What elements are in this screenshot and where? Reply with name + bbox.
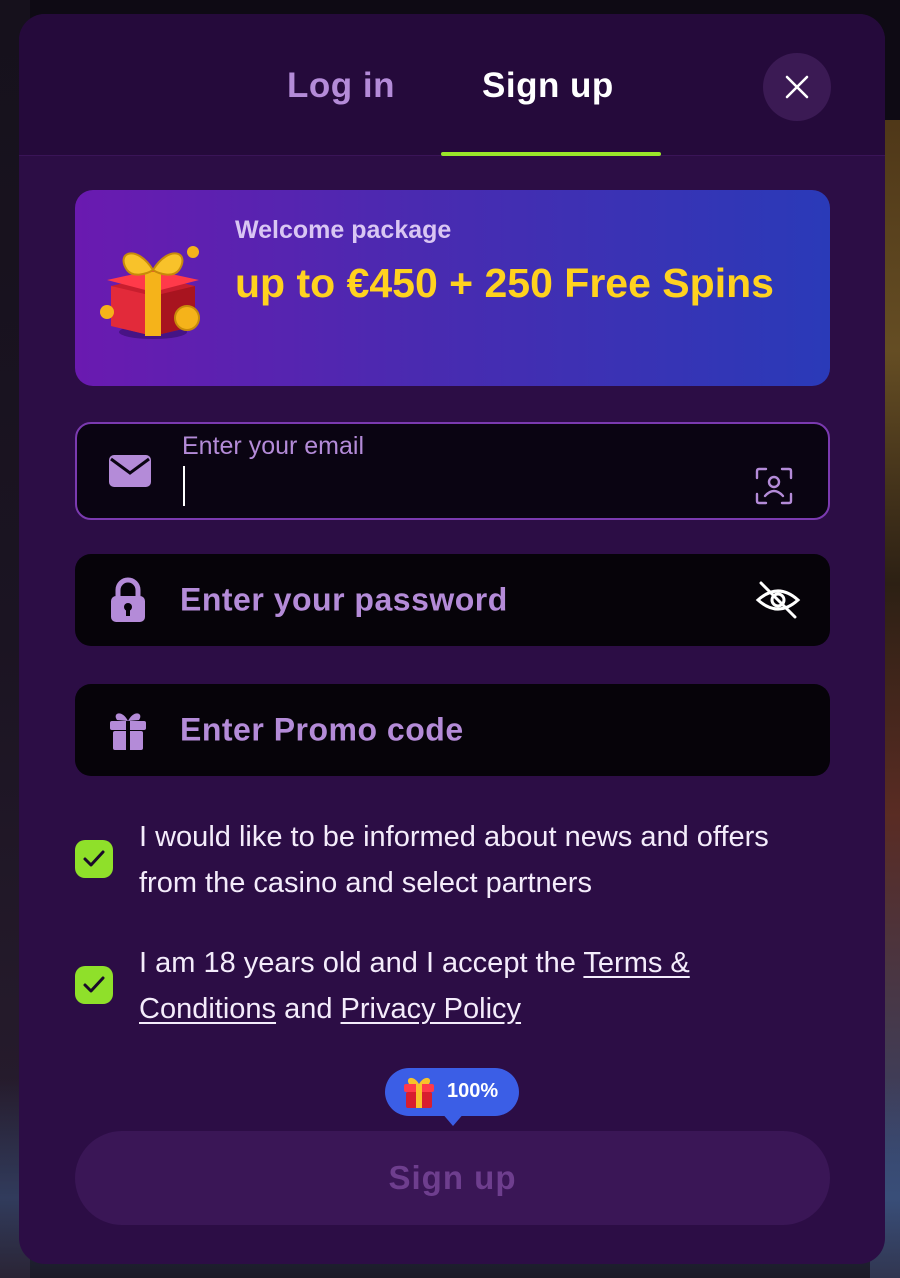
checkmark-icon <box>83 850 105 867</box>
promo-code-field[interactable]: Enter Promo code <box>75 684 830 776</box>
banner-title: up to €450 + 250 Free Spins <box>235 260 774 306</box>
age-terms-text: I am 18 years old and I accept the Terms… <box>139 940 829 1032</box>
banner-subtitle: Welcome package <box>235 216 452 244</box>
bonus-badge: 100% <box>385 1068 519 1116</box>
gift-icon <box>404 1077 434 1108</box>
checkmark-icon <box>83 976 105 993</box>
age-terms-checkbox[interactable] <box>75 966 113 1004</box>
tab-login[interactable]: Log in <box>287 66 395 106</box>
gift-icon <box>105 707 151 753</box>
email-label: Enter your email <box>182 432 365 460</box>
lock-icon <box>105 577 151 623</box>
text-caret <box>183 466 185 506</box>
promo-placeholder: Enter Promo code <box>180 711 464 748</box>
age-terms-text-before: I am 18 years old and I accept the <box>139 947 584 979</box>
close-button[interactable] <box>763 53 831 121</box>
bonus-badge-text: 100% <box>447 1080 499 1102</box>
password-field[interactable]: Enter your password <box>75 554 830 646</box>
eye-slash-icon[interactable] <box>754 576 802 624</box>
signup-button[interactable]: Sign up <box>75 1131 830 1225</box>
face-scan-icon[interactable] <box>750 462 798 510</box>
modal-header: Log in Sign up <box>19 14 885 156</box>
active-tab-indicator <box>441 152 661 156</box>
newsletter-checkbox[interactable] <box>75 840 113 878</box>
password-placeholder: Enter your password <box>180 581 508 618</box>
privacy-link[interactable]: Privacy Policy <box>341 993 522 1025</box>
signup-button-label: Sign up <box>388 1159 517 1196</box>
signup-modal: Log in Sign up Welcome package up to €45… <box>19 14 885 1264</box>
bonus-badge-pointer <box>441 1112 465 1126</box>
welcome-banner: Welcome package up to €450 + 250 Free Sp… <box>75 190 830 386</box>
tab-signup[interactable]: Sign up <box>482 66 614 106</box>
envelope-icon <box>107 448 153 494</box>
newsletter-text: I would like to be informed about news a… <box>139 821 769 899</box>
age-terms-text-middle: and <box>276 993 341 1025</box>
gift-box-icon <box>100 246 200 339</box>
close-icon <box>785 75 809 99</box>
email-field[interactable]: Enter your email <box>75 422 830 520</box>
